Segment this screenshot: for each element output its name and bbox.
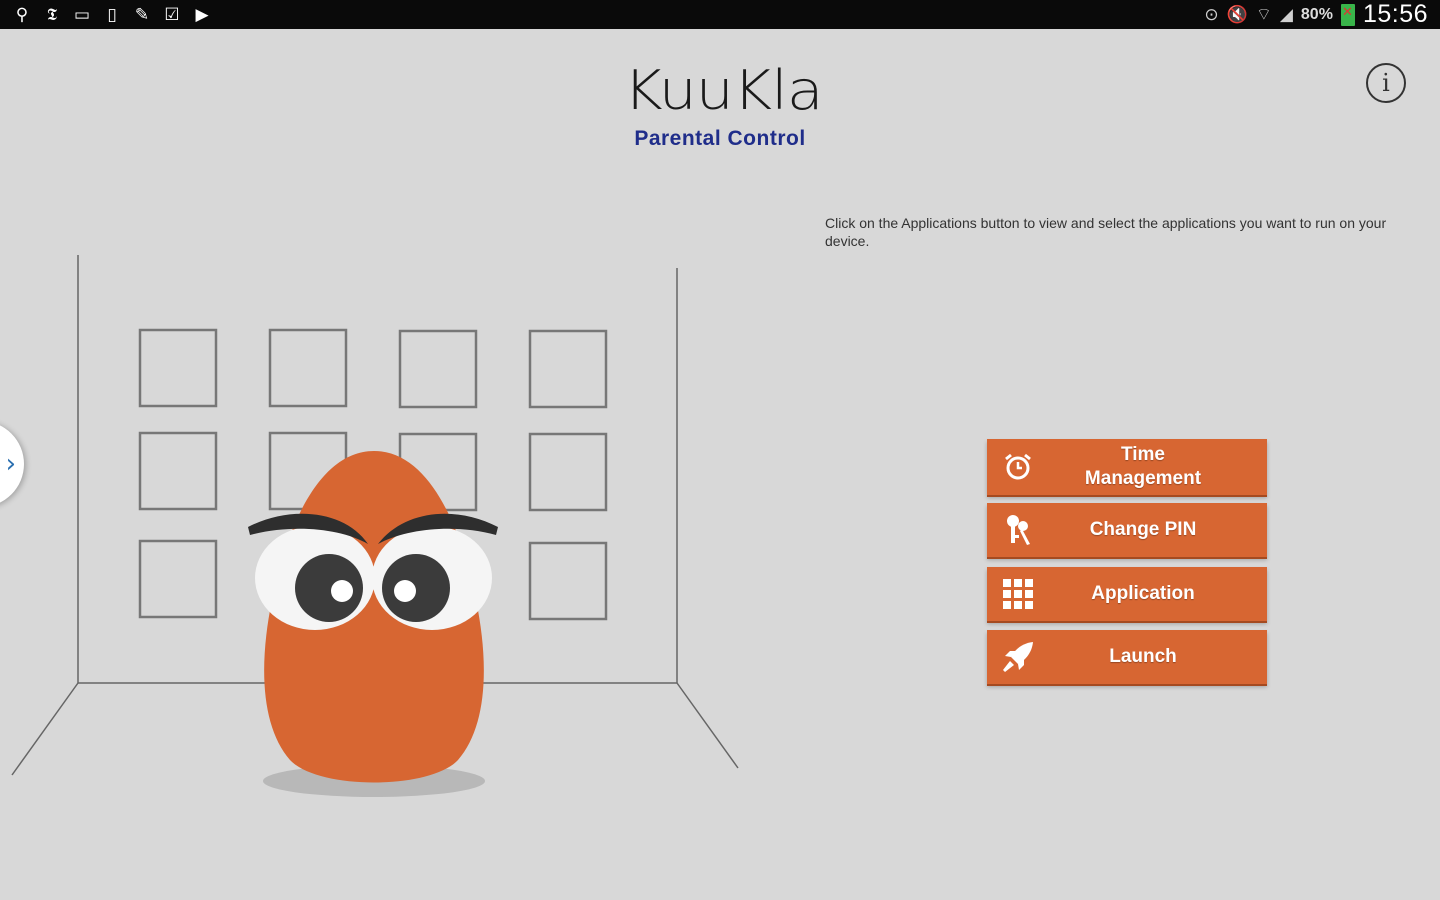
launch-button[interactable]: Launch xyxy=(987,630,1267,684)
alarm-clock-icon xyxy=(987,439,1049,495)
application-button[interactable]: Application xyxy=(987,567,1267,621)
chevron-right-icon: › xyxy=(5,449,16,479)
time-management-button[interactable]: Time Management xyxy=(987,439,1267,495)
rocket-icon xyxy=(987,630,1049,684)
app-logo: KuuKla xyxy=(623,59,823,123)
grid-icon xyxy=(987,567,1049,621)
info-icon: i xyxy=(1382,69,1390,97)
application-label: Application xyxy=(1091,583,1195,604)
keys-icon xyxy=(987,503,1049,557)
launch-label: Launch xyxy=(1109,646,1177,667)
app-subtitle: Parental Control xyxy=(634,127,806,150)
instruction-text: Click on the Applications button to view… xyxy=(825,215,1387,249)
change-pin-label: Change PIN xyxy=(1089,519,1197,540)
info-button[interactable]: i xyxy=(1366,63,1406,103)
egg-mascot xyxy=(248,451,498,797)
time-management-label: Time Management xyxy=(1084,444,1202,489)
change-pin-button[interactable]: Change PIN xyxy=(987,503,1267,557)
